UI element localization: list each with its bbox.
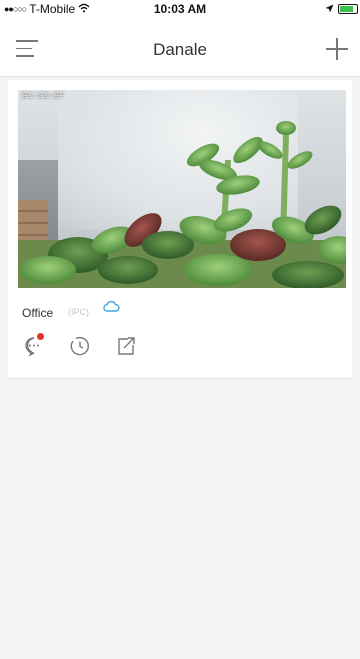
camera-timestamp: E3:S3:EF bbox=[22, 92, 65, 101]
battery-fill bbox=[340, 6, 353, 12]
navigation-bar: Danale bbox=[0, 18, 360, 77]
plus-icon[interactable] bbox=[326, 38, 348, 60]
battery-icon bbox=[338, 4, 358, 14]
status-right bbox=[325, 2, 358, 16]
message-icon[interactable] bbox=[22, 333, 46, 358]
page-title: Danale bbox=[153, 40, 207, 59]
location-arrow-icon bbox=[325, 2, 334, 16]
status-time: 10:03 AM bbox=[153, 2, 207, 16]
succulent-plants-image bbox=[18, 121, 346, 288]
device-type: (IPC) bbox=[68, 307, 89, 317]
divider bbox=[8, 378, 352, 379]
device-name: Office bbox=[22, 306, 54, 320]
share-icon[interactable] bbox=[114, 334, 138, 358]
status-bar: ●●○○○ T-Mobile 10:03 AM bbox=[0, 0, 360, 18]
camera-preview[interactable]: E3:S3:EF bbox=[18, 90, 346, 288]
cloud-icon[interactable] bbox=[102, 299, 120, 313]
alert-dot bbox=[37, 333, 44, 340]
history-clock-icon[interactable] bbox=[68, 334, 92, 358]
device-card: E3:S3:EF Office (IPC) bbox=[8, 80, 352, 378]
device-action-row bbox=[22, 333, 138, 358]
